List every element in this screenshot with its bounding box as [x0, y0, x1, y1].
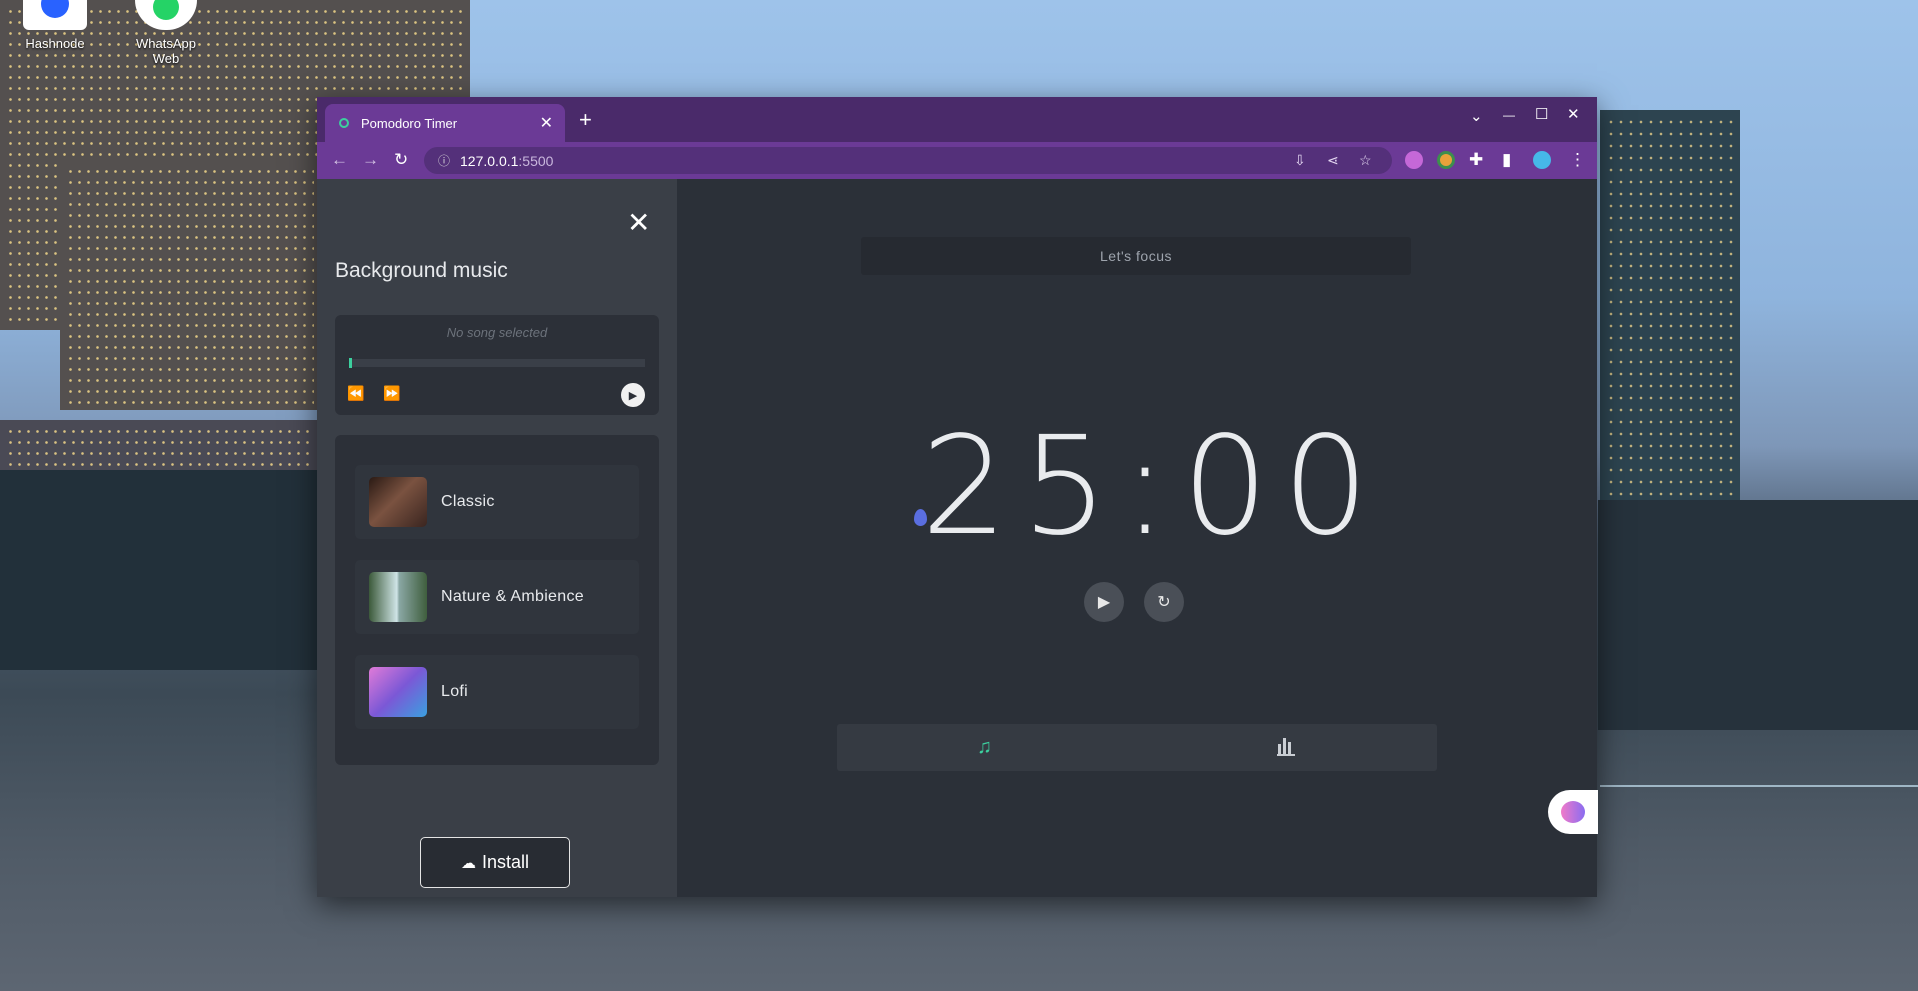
menu-kebab-icon[interactable]: ⋮	[1569, 150, 1586, 170]
desktop-icon-label: Hashnode	[25, 36, 85, 51]
tab-close-icon[interactable]: ✕	[540, 113, 553, 133]
timer-main: Let's focus 25:00 ▶ ↻ ♫	[677, 179, 1597, 897]
music-note-icon[interactable]: ♫	[977, 736, 992, 759]
desktop-icon-whatsapp[interactable]: WhatsApp Web	[121, 0, 211, 66]
genre-nature-ambience[interactable]: Nature & Ambience	[355, 560, 639, 634]
wallpaper-tower	[1600, 110, 1740, 510]
wallpaper-trees	[0, 470, 330, 670]
url-host: 127.0.0.1	[460, 152, 519, 169]
brain-icon	[1561, 801, 1585, 823]
side-panel-icon[interactable]: ▮	[1502, 150, 1511, 170]
browser-toolbar: ← → ↻ ⓘ 127.0.0.1:5500 ⇩ ⋖ ☆ ✚ ▮ ⋮	[317, 142, 1597, 179]
genre-classic[interactable]: Classic	[355, 465, 639, 539]
lofi-room-thumbnail	[369, 667, 427, 717]
floating-brain-extension-button[interactable]	[1548, 790, 1598, 834]
whatsapp-icon	[135, 0, 197, 30]
share-icon[interactable]: ⋖	[1327, 152, 1339, 169]
genre-list: Classic Nature & Ambience Lofi	[335, 435, 659, 765]
forward-arrow-icon[interactable]: →	[362, 150, 379, 170]
music-sidebar: ✕ Background music No song selected ⏪ ⏩ …	[317, 179, 677, 897]
tab-search-dropdown-icon[interactable]: ⌄	[1470, 107, 1483, 125]
new-tab-button[interactable]: +	[579, 107, 592, 133]
progress-thumb[interactable]	[349, 358, 352, 368]
site-info-icon[interactable]: ⓘ	[438, 152, 450, 169]
sidebar-close-icon[interactable]: ✕	[627, 209, 650, 237]
player-play-button[interactable]: ▶	[621, 383, 645, 407]
focus-label: Let's focus	[861, 237, 1411, 275]
install-button[interactable]: ☁ Install	[420, 837, 570, 888]
tab-title: Pomodoro Timer	[361, 115, 458, 131]
cloud-download-icon: ☁	[460, 854, 476, 872]
genre-label: Lofi	[441, 683, 468, 700]
waterfall-thumbnail	[369, 572, 427, 622]
tab-strip: Pomodoro Timer ✕ + ⌄ — ☐ ✕	[317, 97, 1597, 142]
violin-thumbnail	[369, 477, 427, 527]
browser-window: Pomodoro Timer ✕ + ⌄ — ☐ ✕ ← → ↻ ⓘ 127.0…	[317, 97, 1597, 897]
tab-pomodoro-timer[interactable]: Pomodoro Timer ✕	[325, 104, 565, 142]
install-label: Install	[481, 852, 530, 872]
maximize-button[interactable]: ☐	[1535, 105, 1548, 123]
wallpaper-fence	[1600, 785, 1918, 787]
address-bar[interactable]: ⓘ 127.0.0.1:5500 ⇩ ⋖ ☆	[424, 147, 1392, 174]
wallpaper-trees	[1598, 500, 1918, 730]
extensions-puzzle-icon[interactable]: ✚	[1469, 150, 1483, 170]
genre-lofi[interactable]: Lofi	[355, 655, 639, 729]
song-title: No song selected	[446, 325, 548, 340]
extension-chrome-icon[interactable]	[1437, 151, 1455, 169]
bottom-toolbar: ♫	[837, 724, 1437, 771]
close-window-button[interactable]: ✕	[1567, 105, 1580, 123]
rewind-icon[interactable]: ⏪	[347, 385, 364, 402]
timer-display: 25:00	[921, 408, 1383, 566]
pomodoro-favicon-icon	[339, 118, 349, 128]
wallpaper-building	[60, 160, 320, 410]
install-app-icon[interactable]: ⇩	[1294, 152, 1306, 169]
url-port: :5500	[518, 152, 554, 169]
stats-icon[interactable]	[1277, 736, 1295, 762]
music-player: No song selected ⏪ ⏩ ▶	[335, 315, 659, 415]
hashnode-icon	[23, 0, 87, 30]
desktop-icon-hashnode[interactable]: Hashnode	[10, 0, 100, 51]
fast-forward-icon[interactable]: ⏩	[383, 385, 400, 402]
reload-icon[interactable]: ↻	[394, 150, 408, 170]
timer-reset-button[interactable]: ↻	[1144, 582, 1184, 622]
genre-label: Classic	[441, 493, 495, 510]
sidebar-title: Background music	[335, 259, 508, 282]
timer-play-button[interactable]: ▶	[1084, 582, 1124, 622]
profile-avatar[interactable]	[1533, 151, 1551, 169]
progress-track[interactable]	[349, 358, 645, 368]
page-content: ✕ Background music No song selected ⏪ ⏩ …	[317, 179, 1597, 897]
bookmark-star-icon[interactable]: ☆	[1359, 152, 1372, 169]
extension-brain-icon[interactable]	[1405, 151, 1423, 169]
desktop-icon-label: WhatsApp Web	[136, 36, 196, 66]
genre-label: Nature & Ambience	[441, 588, 584, 605]
minimize-button[interactable]: —	[1503, 108, 1515, 122]
back-arrow-icon[interactable]: ←	[331, 150, 348, 170]
